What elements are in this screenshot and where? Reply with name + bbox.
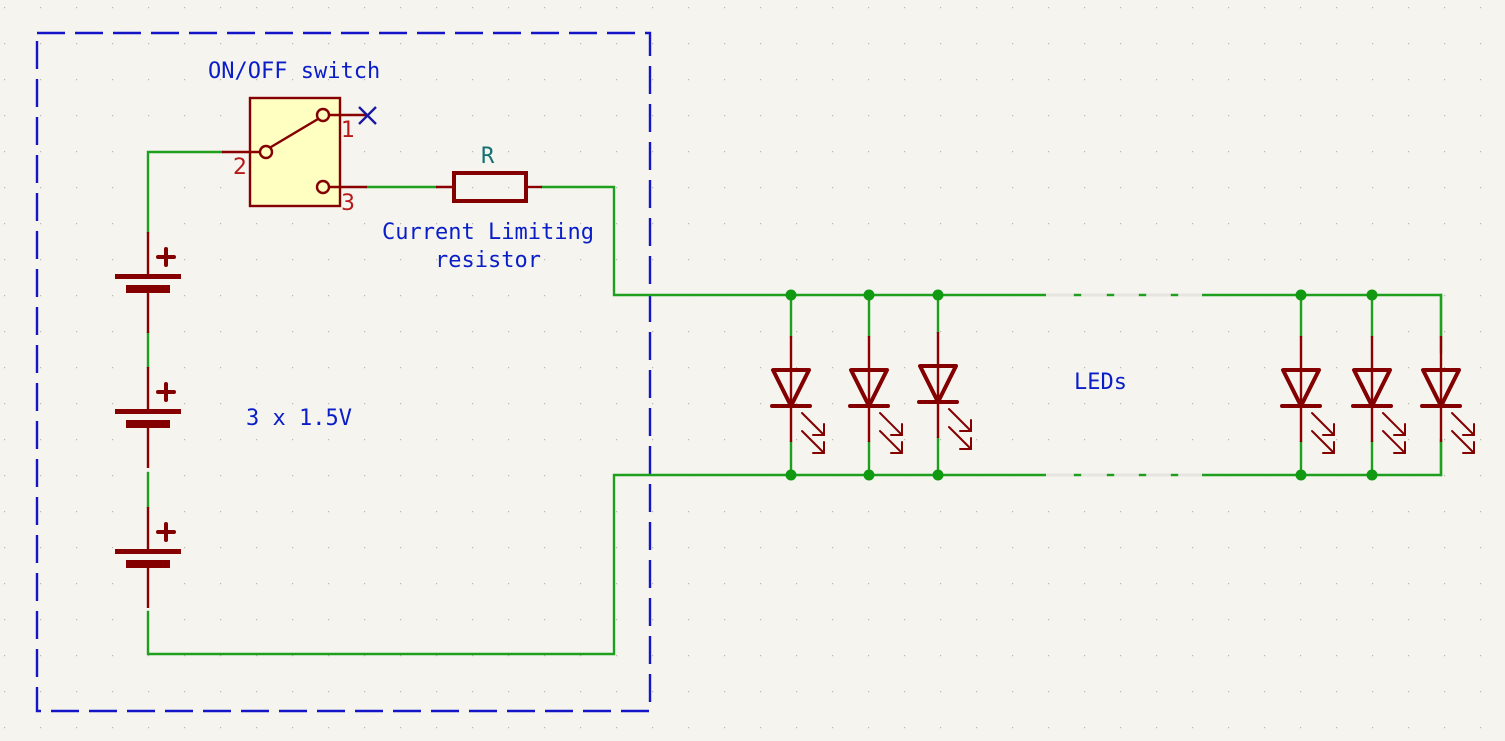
plus-icon <box>156 247 176 267</box>
switch-pin-number-2: 2 <box>233 155 247 180</box>
resistor-reference: R <box>481 144 495 169</box>
current-limiting-resistor[interactable] <box>436 171 542 203</box>
on-off-switch[interactable]: 1 2 3 <box>222 96 377 216</box>
battery-plate-negative <box>126 285 170 293</box>
junction-dot <box>1295 289 1307 301</box>
battery-label: 3 x 1.5V <box>246 406 352 431</box>
junction-dot <box>785 289 797 301</box>
battery-plate-negative <box>126 560 170 568</box>
light-emission-icon <box>948 408 972 450</box>
led[interactable] <box>1420 293 1475 477</box>
led[interactable] <box>1280 289 1335 481</box>
light-emission-icon <box>879 412 903 454</box>
junction-dot <box>1366 289 1378 301</box>
battery-plate-positive <box>115 549 181 554</box>
wire-switch-to-battery <box>146 150 224 234</box>
switch-contact-2 <box>258 144 274 160</box>
switch-label: ON/OFF switch <box>208 59 380 84</box>
battery-cell[interactable] <box>115 232 181 333</box>
junction-dot <box>1366 469 1378 481</box>
battery-cell[interactable] <box>115 507 181 608</box>
led[interactable] <box>770 289 825 481</box>
resistor-description-line2: resistor <box>435 248 541 273</box>
switch-contact-1 <box>315 107 331 123</box>
light-emission-icon <box>1451 412 1475 454</box>
plus-icon <box>156 382 176 402</box>
schematic-canvas: 1 2 3 ON/OFF switch R Current Limiting r… <box>4 7 1482 729</box>
light-emission-icon <box>1382 412 1406 454</box>
junction-dot <box>785 469 797 481</box>
battery-plate-positive <box>115 274 181 279</box>
led[interactable] <box>848 289 903 481</box>
junction-dot <box>1295 469 1307 481</box>
plus-icon <box>156 522 176 542</box>
resistor-body <box>452 171 528 203</box>
led[interactable] <box>917 289 972 481</box>
junction-dot <box>863 469 875 481</box>
switch-pin-number-1: 1 <box>341 118 355 143</box>
wire-bottom-return <box>146 473 1048 656</box>
battery-stack <box>115 232 181 608</box>
junction-dot <box>863 289 875 301</box>
switch-pin-number-3: 3 <box>341 191 355 216</box>
wire-resistor-to-bus <box>540 185 1048 297</box>
battery-plate-negative <box>126 420 170 428</box>
battery-cell[interactable] <box>115 367 181 468</box>
junction-dot <box>932 289 944 301</box>
battery-plate-positive <box>115 409 181 414</box>
led[interactable] <box>1351 289 1406 481</box>
light-emission-icon <box>801 412 825 454</box>
grid-dots <box>4 7 1482 729</box>
leds-label: LEDs <box>1074 370 1127 395</box>
wire-top-bus-right <box>1200 293 1443 354</box>
switch-contact-3 <box>315 179 331 195</box>
junction-dot <box>932 469 944 481</box>
light-emission-icon <box>1311 412 1335 454</box>
resistor-description-line1: Current Limiting <box>382 220 594 245</box>
